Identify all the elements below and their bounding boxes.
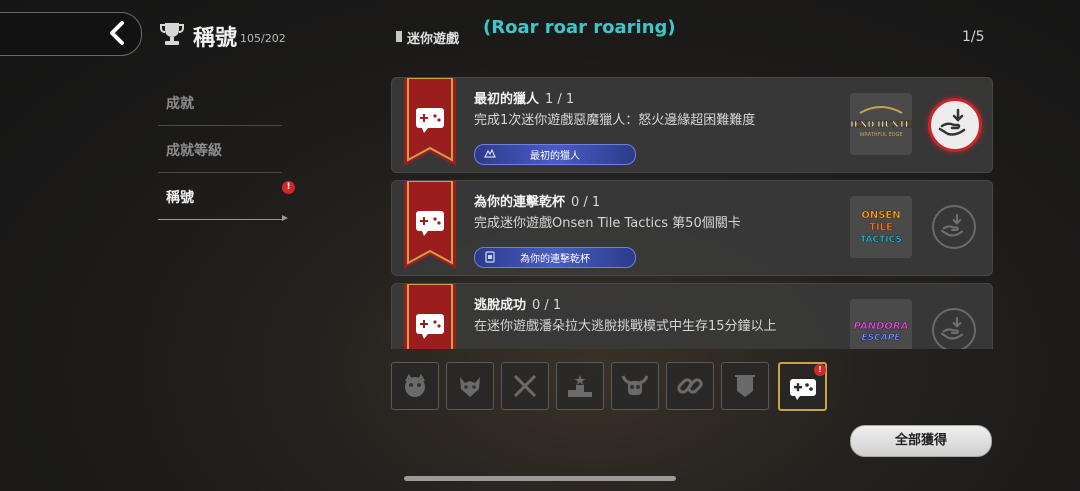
- title-tag: 為你的連擊乾杯: [474, 247, 636, 268]
- achievement-list[interactable]: 最初的獵人 1 / 1 完成1次迷你遊戲惡魔獵人：怒火邊緣超困難難度 最初的獵人 …: [391, 77, 993, 349]
- tab-beast[interactable]: [391, 362, 439, 410]
- crossed-swords-icon: [513, 374, 537, 398]
- title-tag-label: 為你的連擊乾杯: [520, 254, 590, 265]
- svg-text:ESCAPE: ESCAPE: [862, 333, 902, 343]
- alert-badge: !: [282, 181, 295, 194]
- demon-head-icon: [460, 377, 480, 397]
- hand-receive-icon: [938, 108, 966, 136]
- fiend-hunter-logo: FIEND HUNTER WRATHFUL EDGE: [850, 93, 912, 155]
- claim-button-disabled[interactable]: [932, 205, 976, 249]
- category-label: 迷你遊戲: [407, 32, 460, 47]
- annotation-text: (Roar roar roaring): [483, 17, 676, 38]
- gamepad-banner-icon: [404, 284, 456, 349]
- achievement-card: 為你的連擊乾杯 0 / 1 完成迷你遊戲Onsen Tile Tactics 第5…: [391, 180, 993, 276]
- achievement-progress: 0 / 1: [571, 195, 601, 210]
- svg-text:PANDORA: PANDORA: [854, 321, 909, 332]
- tab-ranking[interactable]: [556, 362, 604, 410]
- bookmark-icon: [396, 31, 402, 42]
- nav-item-achievements[interactable]: 成就: [158, 79, 282, 126]
- title-tag: 最初的獵人: [474, 144, 636, 165]
- achievement-title: 逃脫成功 0 / 1: [474, 298, 562, 313]
- tab-combat[interactable]: [501, 362, 549, 410]
- title-tag-label: 最初的獵人: [530, 151, 580, 162]
- svg-text:TACTICS: TACTICS: [860, 235, 902, 245]
- svg-text:WRATHFUL EDGE: WRATHFUL EDGE: [859, 132, 902, 138]
- nav-item-achievement-level[interactable]: 成就等級: [158, 126, 282, 173]
- nav-item-label: 成就等級: [166, 143, 222, 159]
- svg-text:ONSEN: ONSEN: [861, 210, 900, 221]
- achievement-description: 在迷你遊戲潘朵拉大逃脫挑戰模式中生存15分鐘以上: [474, 319, 777, 334]
- alert-badge: !: [814, 364, 826, 376]
- achievement-progress: 1 / 1: [545, 92, 575, 107]
- achievement-progress: 0 / 1: [532, 298, 562, 313]
- achievement-card: 逃脫成功 0 / 1 在迷你遊戲潘朵拉大逃脫挑戰模式中生存15分鐘以上 PANDO…: [391, 283, 993, 349]
- active-indicator: [282, 215, 288, 221]
- svg-text:TILE: TILE: [869, 222, 893, 233]
- nav-item-label: 成就: [166, 96, 194, 112]
- achievement-card: 最初的獵人 1 / 1 完成1次迷你遊戲惡魔獵人：怒火邊緣超困難難度 最初的獵人 …: [391, 77, 993, 173]
- page-title: 稱號: [193, 26, 238, 51]
- tab-demon[interactable]: [446, 362, 494, 410]
- gamepad-icon: [790, 379, 816, 400]
- beast-head-icon: [405, 373, 425, 397]
- claim-button-disabled[interactable]: [932, 308, 976, 349]
- onsen-tile-tactics-logo: ONSEN TILE TACTICS: [850, 196, 912, 258]
- svg-text:FIEND HUNTER: FIEND HUNTER: [850, 119, 912, 129]
- claim-button[interactable]: [928, 98, 982, 152]
- chevron-left-icon[interactable]: [104, 18, 132, 48]
- achievement-description: 完成1次迷你遊戲惡魔獵人：怒火邊緣超困難難度: [474, 113, 756, 128]
- gamepad-banner-icon: [404, 78, 456, 166]
- achievement-title: 為你的連擊乾杯 0 / 1: [474, 195, 601, 210]
- achievement-description: 完成迷你遊戲Onsen Tile Tactics 第50個關卡: [474, 216, 741, 231]
- nav-item-label: 稱號: [166, 190, 194, 206]
- hand-receive-icon: [940, 316, 964, 340]
- claim-all-button[interactable]: 全部獲得: [850, 425, 992, 457]
- chain-link-icon: [677, 378, 703, 394]
- podium-icon: [568, 375, 592, 397]
- nav-item-titles[interactable]: 稱號: [158, 173, 282, 220]
- horned-skull-icon: [621, 375, 649, 395]
- page-indicator: 1/5: [962, 29, 985, 45]
- achievement-title: 最初的獵人 1 / 1: [474, 92, 575, 107]
- home-indicator[interactable]: [404, 476, 676, 481]
- tab-guild[interactable]: [721, 362, 769, 410]
- hand-receive-icon: [940, 213, 964, 237]
- pandora-escape-logo: PANDORA ESCAPE: [850, 299, 912, 349]
- banner-icon: [735, 375, 755, 397]
- tab-boss[interactable]: [611, 362, 659, 410]
- gamepad-banner-icon: [404, 181, 456, 269]
- tab-link[interactable]: [666, 362, 714, 410]
- trophy-icon: [160, 23, 184, 45]
- title-count: 105/202: [240, 32, 286, 45]
